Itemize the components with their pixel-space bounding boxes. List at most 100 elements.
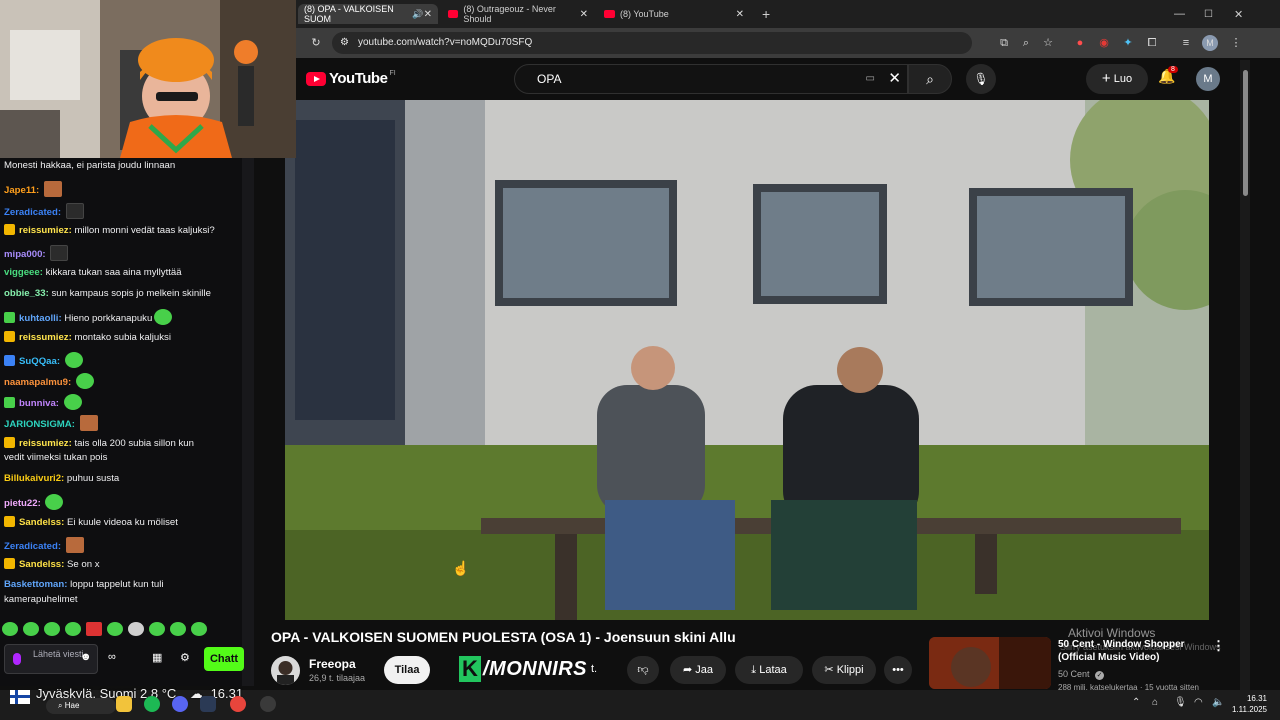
chat-username[interactable]: viggeee:	[4, 267, 43, 278]
chat-username[interactable]: reissumiez:	[19, 438, 72, 449]
steam-icon[interactable]	[200, 696, 216, 712]
extension-icon[interactable]: ◉	[1096, 35, 1112, 51]
emote-icon[interactable]	[191, 622, 207, 636]
profile-avatar[interactable]: M	[1202, 35, 1218, 51]
voice-search-button[interactable]: 🎙	[966, 64, 996, 94]
emote-icon[interactable]	[149, 622, 165, 636]
emote-icon[interactable]	[170, 622, 186, 636]
url-field[interactable]: ⚙ youtube.com/watch?v=noMQDu70SFQ	[332, 32, 972, 54]
chat-message: kuhtaolli: Hieno porkkanapuku	[4, 309, 173, 325]
chat-username[interactable]: Zeradicated:	[4, 541, 61, 552]
zoom-icon[interactable]: ⌕	[1018, 35, 1034, 51]
extension-icon[interactable]: ●	[1072, 35, 1088, 51]
extension-icon[interactable]: ✦	[1120, 35, 1136, 51]
chat-username[interactable]: Baskettoman:	[4, 579, 67, 590]
microphone-tray-icon[interactable]: 🎙	[1174, 697, 1187, 708]
search-value: OPA	[537, 72, 562, 86]
recommended-video-title[interactable]: 50 Cent - Window Shopper (Official Music…	[1058, 638, 1218, 664]
tab-outrageouz[interactable]: (8) Outrageouz - Never Should ✕	[442, 4, 594, 24]
search-button[interactable]: ⌕	[908, 64, 952, 94]
clear-search-icon[interactable]: ✕	[888, 65, 901, 93]
video-player[interactable]	[285, 100, 1209, 620]
install-icon[interactable]: ⧉	[996, 35, 1012, 51]
points-icon[interactable]: ∞	[108, 651, 116, 663]
chat-username[interactable]: obbie_33:	[4, 288, 49, 299]
emote-icon[interactable]	[128, 622, 144, 636]
account-avatar[interactable]: M	[1196, 67, 1220, 91]
minimize-button[interactable]: —	[1168, 4, 1191, 24]
chat-username[interactable]: SuQQaa:	[19, 356, 60, 367]
close-icon[interactable]: ✕	[424, 9, 432, 20]
more-actions-button[interactable]: •••	[884, 656, 912, 684]
chat-username[interactable]: reissumiez:	[19, 332, 72, 343]
keyboard-icon[interactable]: ▭	[866, 65, 875, 93]
share-button[interactable]: ➦ Jaa	[670, 656, 726, 684]
chat-username[interactable]: JARIONSIGMA:	[4, 419, 75, 430]
subscribe-button[interactable]: Tilaa	[384, 656, 430, 684]
chat-username[interactable]: bunniva:	[19, 398, 59, 409]
microphone-icon[interactable]	[13, 653, 21, 665]
emote-icon[interactable]	[23, 622, 39, 636]
clock-date: 1.11.2025	[1232, 705, 1267, 714]
file-explorer-icon[interactable]	[116, 696, 132, 712]
url-text: youtube.com/watch?v=noMQDu70SFQ	[358, 37, 533, 48]
chrome-icon[interactable]	[230, 696, 246, 712]
chat-username[interactable]: Zeradicated:	[4, 207, 61, 218]
taskbar-search[interactable]: ⌕ Hae	[46, 698, 116, 714]
clip-button[interactable]: ✂ Klippi	[812, 656, 876, 684]
close-icon[interactable]: ✕	[580, 9, 588, 20]
menu-kebab-icon[interactable]: ⋮	[1228, 35, 1244, 51]
chat-emote-icon	[79, 415, 98, 431]
spotify-icon[interactable]	[144, 696, 160, 712]
speaker-icon[interactable]: 🔊	[412, 9, 423, 20]
chat-username[interactable]: pietu22:	[4, 498, 41, 509]
chat-username[interactable]: Jape11:	[4, 185, 39, 196]
wifi-icon[interactable]: ◠	[1194, 697, 1203, 708]
emote-icon[interactable]	[86, 622, 102, 636]
chat-username[interactable]: Sandelss:	[19, 517, 64, 528]
reload-icon[interactable]: ↻	[308, 35, 324, 51]
volume-icon[interactable]: 🔈	[1212, 697, 1224, 708]
recommended-more-icon[interactable]: ⋮	[1212, 638, 1225, 654]
network-icon[interactable]: ⌂	[1152, 697, 1158, 708]
youtube-logo[interactable]: YouTube FI	[306, 70, 396, 87]
emote-icon[interactable]	[65, 622, 81, 636]
emoji-icon[interactable]: ☻	[80, 651, 92, 663]
chat-username[interactable]: Billukaivuri2:	[4, 473, 64, 484]
chat-username[interactable]: mipa000:	[4, 249, 46, 260]
chat-username[interactable]: kuhtaolli:	[19, 313, 62, 324]
extensions-puzzle-icon[interactable]: ⧠	[1144, 35, 1160, 51]
chat-username[interactable]: Sandelss:	[19, 559, 64, 570]
tab-youtube[interactable]: (8) YouTube ✕	[598, 4, 750, 24]
system-clock[interactable]: 16.31 1.11.2025	[1232, 693, 1267, 715]
dislike-button[interactable]: 👎︎	[627, 656, 659, 684]
window-close-button[interactable]: ✕	[1228, 4, 1249, 24]
channel-name[interactable]: Freeopa	[309, 657, 356, 671]
chat-badge-icon	[4, 558, 15, 569]
emote-icon[interactable]	[44, 622, 60, 636]
close-icon[interactable]: ✕	[736, 9, 744, 20]
chat-send-button[interactable]: Chatt	[204, 647, 244, 671]
download-button[interactable]: ⤓ Lataa	[735, 656, 803, 684]
store-icon[interactable]: ▦	[152, 651, 162, 664]
bookmark-star-icon[interactable]: ☆	[1040, 35, 1056, 51]
discord-icon[interactable]	[172, 696, 188, 712]
plus-icon: +	[1101, 70, 1111, 87]
chat-username[interactable]: reissumiez:	[19, 225, 72, 236]
settings-gear-icon[interactable]: ⚙	[180, 651, 190, 664]
maximize-button[interactable]: ☐	[1198, 4, 1219, 24]
search-input[interactable]: OPA ▭ ✕	[514, 64, 908, 94]
chevron-up-icon[interactable]: ⌃	[1132, 697, 1140, 708]
chat-username[interactable]: naamapalmu9:	[4, 377, 71, 388]
media-control-icon[interactable]: ≡	[1178, 35, 1194, 51]
emote-icon[interactable]	[107, 622, 123, 636]
channel-avatar[interactable]	[271, 656, 300, 685]
create-button[interactable]: + Luo	[1086, 64, 1148, 94]
emote-icon[interactable]	[2, 622, 18, 636]
recommended-video-thumbnail[interactable]	[929, 637, 1051, 689]
tab-opa[interactable]: (8) OPA - VALKOISEN SUOM 🔊 ✕	[298, 4, 438, 24]
new-tab-button[interactable]: +	[756, 4, 776, 24]
scrollbar-thumb[interactable]	[1243, 70, 1248, 196]
obs-icon[interactable]	[260, 696, 276, 712]
site-info-icon[interactable]: ⚙	[340, 32, 349, 54]
